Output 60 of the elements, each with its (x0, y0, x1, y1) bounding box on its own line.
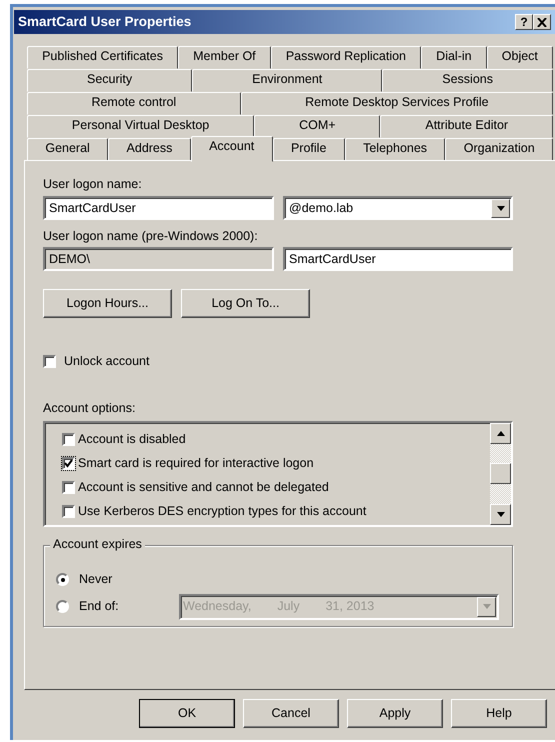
tab[interactable]: Remote Desktop Services Profile (240, 92, 554, 115)
tab[interactable]: Member Of (178, 46, 271, 69)
dialog-button[interactable]: Cancel (243, 699, 339, 728)
scroll-down-icon (496, 512, 504, 517)
checkbox[interactable] (62, 504, 75, 518)
tab[interactable]: Password Replication (270, 46, 422, 69)
domain-dropdown[interactable]: @demo.lab (283, 196, 513, 220)
dialog-button[interactable]: Logon Hours... (43, 289, 172, 318)
option-label: Use Kerberos DES encryption types for this account (78, 504, 366, 518)
group-legend: Account expires (50, 537, 145, 552)
tab[interactable]: Profile (272, 138, 345, 161)
tab[interactable]: Environment (192, 69, 382, 92)
dropdown-arrow-icon (482, 604, 490, 609)
tab[interactable]: COM+ (254, 115, 380, 138)
dialog-button[interactable]: Log On To... (181, 289, 310, 318)
window-title: SmartCard User Properties (18, 14, 192, 30)
radio-button[interactable] (56, 573, 69, 586)
checkbox[interactable] (62, 432, 75, 446)
tab[interactable]: Security (27, 69, 192, 92)
dropdown-arrow-icon (496, 206, 504, 210)
tab[interactable]: Telephones (344, 138, 446, 161)
close-icon (537, 18, 547, 28)
tab[interactable]: Object (486, 46, 553, 69)
pre-windows-username-field[interactable]: SmartCardUser (283, 247, 513, 271)
help-button[interactable]: ? (515, 14, 533, 30)
tab[interactable]: General (27, 138, 108, 161)
tab[interactable]: Dial-in (421, 46, 487, 69)
date-text: 31, 2013 (326, 599, 374, 614)
tab[interactable]: Published Certificates (27, 46, 178, 69)
checkbox[interactable] (62, 456, 75, 470)
radio-button[interactable] (56, 600, 69, 613)
tab[interactable]: Attribute Editor (380, 115, 553, 138)
scroll-up-icon (496, 431, 504, 436)
checkbox[interactable] (62, 480, 75, 494)
radio-label: Never (79, 572, 114, 587)
tab[interactable]: Organization (445, 138, 553, 161)
tab[interactable]: Sessions (382, 69, 553, 92)
field-label: User logon name: (43, 177, 143, 192)
date-text: Wednesday, (183, 599, 252, 614)
tab[interactable]: Personal Virtual Desktop (27, 115, 254, 138)
tab[interactable]: Address (108, 138, 191, 161)
option-label: Smart card is required for interactive logon (78, 456, 314, 470)
dialog-button[interactable]: Help (451, 699, 547, 728)
date-text: July (277, 599, 300, 614)
section-label: Account options: (43, 401, 136, 416)
option-label: Account is sensitive and cannot be delegated (78, 480, 329, 494)
close-button[interactable] (533, 14, 551, 30)
tab[interactable]: Account (190, 136, 273, 162)
scrollbar[interactable] (490, 423, 511, 525)
radio-label: End of: (79, 599, 120, 614)
dialog-button[interactable]: OK (139, 699, 235, 728)
username-field[interactable]: SmartCardUser (43, 196, 274, 220)
tab[interactable]: Remote control (27, 92, 241, 115)
dialog-button[interactable]: Apply (347, 699, 443, 728)
domain-field[interactable]: DEMO\ (43, 247, 274, 271)
scroll-thumb[interactable] (490, 463, 511, 484)
option-label: Account is disabled (78, 432, 186, 446)
field-label: User logon name (pre-Windows 2000): (43, 229, 259, 244)
checkbox[interactable] (43, 355, 56, 368)
checkbox-label: Unlock account (64, 354, 150, 369)
